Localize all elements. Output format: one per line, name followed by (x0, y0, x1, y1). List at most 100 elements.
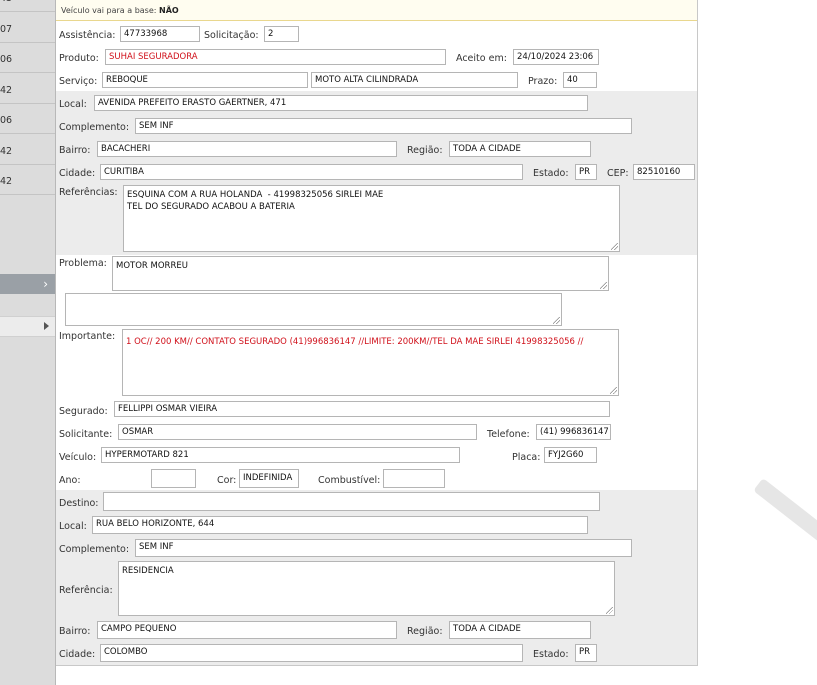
importante-label: Importante: (59, 331, 116, 342)
sidebar-row[interactable]: 42 (0, 143, 55, 165)
bairro-field[interactable]: BACACHERI (97, 141, 397, 157)
sidebar: 43 07 06 42 06 42 42 › (0, 0, 56, 685)
destino-local-label: Local: (59, 521, 87, 532)
telefone-field[interactable]: (41) 996836147 (536, 424, 611, 440)
extra-textarea[interactable] (65, 293, 562, 326)
sidebar-row[interactable]: 42 (0, 82, 55, 104)
destino-referencia-label: Referência: (59, 585, 113, 596)
assistencia-label: Assistência: (59, 30, 116, 41)
ano-field[interactable] (151, 469, 196, 488)
estado-field[interactable]: PR (575, 164, 597, 180)
destino-complemento-field[interactable]: SEM INF (135, 539, 632, 557)
destino-complemento-label: Complemento: (59, 544, 130, 555)
solicitante-label: Solicitante: (59, 429, 113, 440)
destino-label: Destino: (59, 498, 99, 509)
placa-label: Placa: (512, 452, 541, 463)
resize-grip-icon[interactable] (606, 607, 613, 614)
cor-field[interactable]: INDEFINIDA (239, 469, 299, 488)
estado-label: Estado: (533, 168, 569, 179)
cidade-field[interactable]: CURITIBA (100, 164, 523, 180)
produto-label: Produto: (59, 53, 99, 64)
telefone-label: Telefone: (487, 429, 530, 440)
local-label: Local: (59, 99, 87, 110)
solicitacao-label: Solicitação: (204, 30, 259, 41)
destino-regiao-field[interactable]: TODA A CIDADE (449, 621, 591, 639)
destino-cidade-field[interactable]: COLOMBO (100, 644, 523, 662)
resize-grip-icon[interactable] (611, 243, 618, 250)
sidebar-row-label: 07 (0, 24, 13, 35)
complemento-field[interactable]: SEM INF (135, 118, 632, 134)
triangle-right-icon[interactable] (44, 322, 49, 330)
assistencia-field[interactable]: 47733968 (120, 26, 200, 42)
complemento-label: Complemento: (59, 122, 130, 133)
aceito-field[interactable]: 24/10/2024 23:06 (513, 49, 599, 65)
base-notice-label: Veículo vai para a base: (61, 6, 157, 15)
sidebar-collapse-bar[interactable]: › (0, 274, 55, 294)
problema-label: Problema: (59, 258, 107, 269)
servico-field[interactable]: REBOQUE (102, 72, 308, 88)
sidebar-row[interactable]: 43 (0, 0, 55, 12)
destino-local-field[interactable]: RUA BELO HORIZONTE, 644 (92, 516, 588, 534)
prazo-label: Prazo: (528, 76, 558, 87)
resize-grip-icon[interactable] (553, 317, 560, 324)
solicitacao-field[interactable]: 2 (264, 26, 299, 42)
resize-grip-icon[interactable] (600, 282, 607, 289)
cep-label: CEP: (607, 168, 629, 179)
destino-cidade-label: Cidade: (59, 649, 96, 660)
referencias-textarea[interactable]: ESQUINA COM A RUA HOLANDA - 41998325056 … (123, 185, 620, 252)
sidebar-row-label: 06 (0, 115, 13, 126)
produto-field[interactable]: SUHAI SEGURADORA (105, 49, 446, 65)
solicitante-field[interactable]: OSMAR (118, 424, 477, 440)
sidebar-row-label: 42 (0, 176, 13, 187)
destino-regiao-label: Região: (407, 626, 443, 637)
base-notice-bar: Veículo vai para a base: NÃO (56, 0, 697, 21)
destino-estado-field[interactable]: PR (575, 644, 597, 662)
servico-label: Serviço: (59, 76, 98, 87)
referencias-label: Referências: (59, 187, 118, 198)
destino-estado-label: Estado: (533, 649, 569, 660)
problema-text: MOTOR MORREU (116, 261, 188, 271)
segurado-field[interactable]: FELLIPPI OSMAR VIEIRA (114, 401, 610, 417)
sidebar-row-label: 06 (0, 54, 13, 65)
ano-label: Ano: (59, 475, 81, 486)
sidebar-row[interactable]: 07 (0, 21, 55, 43)
base-notice: Veículo vai para a base: NÃO (61, 6, 179, 15)
combustivel-label: Combustível: (318, 475, 381, 486)
aceito-label: Aceito em: (456, 53, 507, 64)
base-notice-value: NÃO (159, 6, 179, 15)
regiao-label: Região: (407, 145, 443, 156)
sidebar-row-label: 43 (0, 0, 12, 4)
prazo-field[interactable]: 40 (563, 72, 597, 88)
sidebar-row[interactable]: 06 (0, 112, 55, 134)
cep-field[interactable]: 82510160 (633, 164, 695, 180)
sidebar-row[interactable]: 42 (0, 173, 55, 195)
segurado-label: Segurado: (59, 406, 108, 417)
cor-label: Cor: (217, 475, 237, 486)
background-watermark-shape (753, 478, 817, 547)
veiculo-field[interactable]: HYPERMOTARD 821 (101, 447, 460, 463)
chevron-right-icon[interactable]: › (43, 277, 48, 291)
service-detail-panel: Veículo vai para a base: NÃO Assistência… (56, 0, 698, 666)
bairro-label: Bairro: (59, 145, 91, 156)
servico-tipo-field[interactable]: MOTO ALTA CILINDRADA (311, 72, 518, 88)
combustivel-field[interactable] (383, 469, 445, 488)
cidade-label: Cidade: (59, 168, 96, 179)
destino-referencia-text: RESIDENCIA (122, 566, 174, 576)
veiculo-label: Veículo: (59, 452, 97, 463)
importante-textarea[interactable]: 1 OC// 200 KM// CONTATO SEGURADO (41)996… (122, 329, 619, 396)
sidebar-expand-row[interactable] (0, 316, 55, 337)
destino-bairro-label: Bairro: (59, 626, 91, 637)
local-field[interactable]: AVENIDA PREFEITO ERASTO GAERTNER, 471 (94, 95, 588, 111)
destino-bairro-field[interactable]: CAMPO PEQUENO (97, 621, 397, 639)
regiao-field[interactable]: TODA A CIDADE (449, 141, 591, 157)
destino-field[interactable] (103, 492, 600, 511)
destino-referencia-textarea[interactable]: RESIDENCIA (118, 561, 615, 616)
resize-grip-icon[interactable] (610, 387, 617, 394)
sidebar-row-label: 42 (0, 146, 13, 157)
sidebar-row[interactable]: 06 (0, 51, 55, 73)
referencias-text: ESQUINA COM A RUA HOLANDA - 41998325056 … (127, 190, 384, 212)
importante-text: 1 OC// 200 KM// CONTATO SEGURADO (41)996… (126, 337, 584, 347)
problema-textarea[interactable]: MOTOR MORREU (112, 256, 609, 291)
placa-field[interactable]: FYJ2G60 (544, 447, 597, 463)
sidebar-row-label: 42 (0, 85, 13, 96)
